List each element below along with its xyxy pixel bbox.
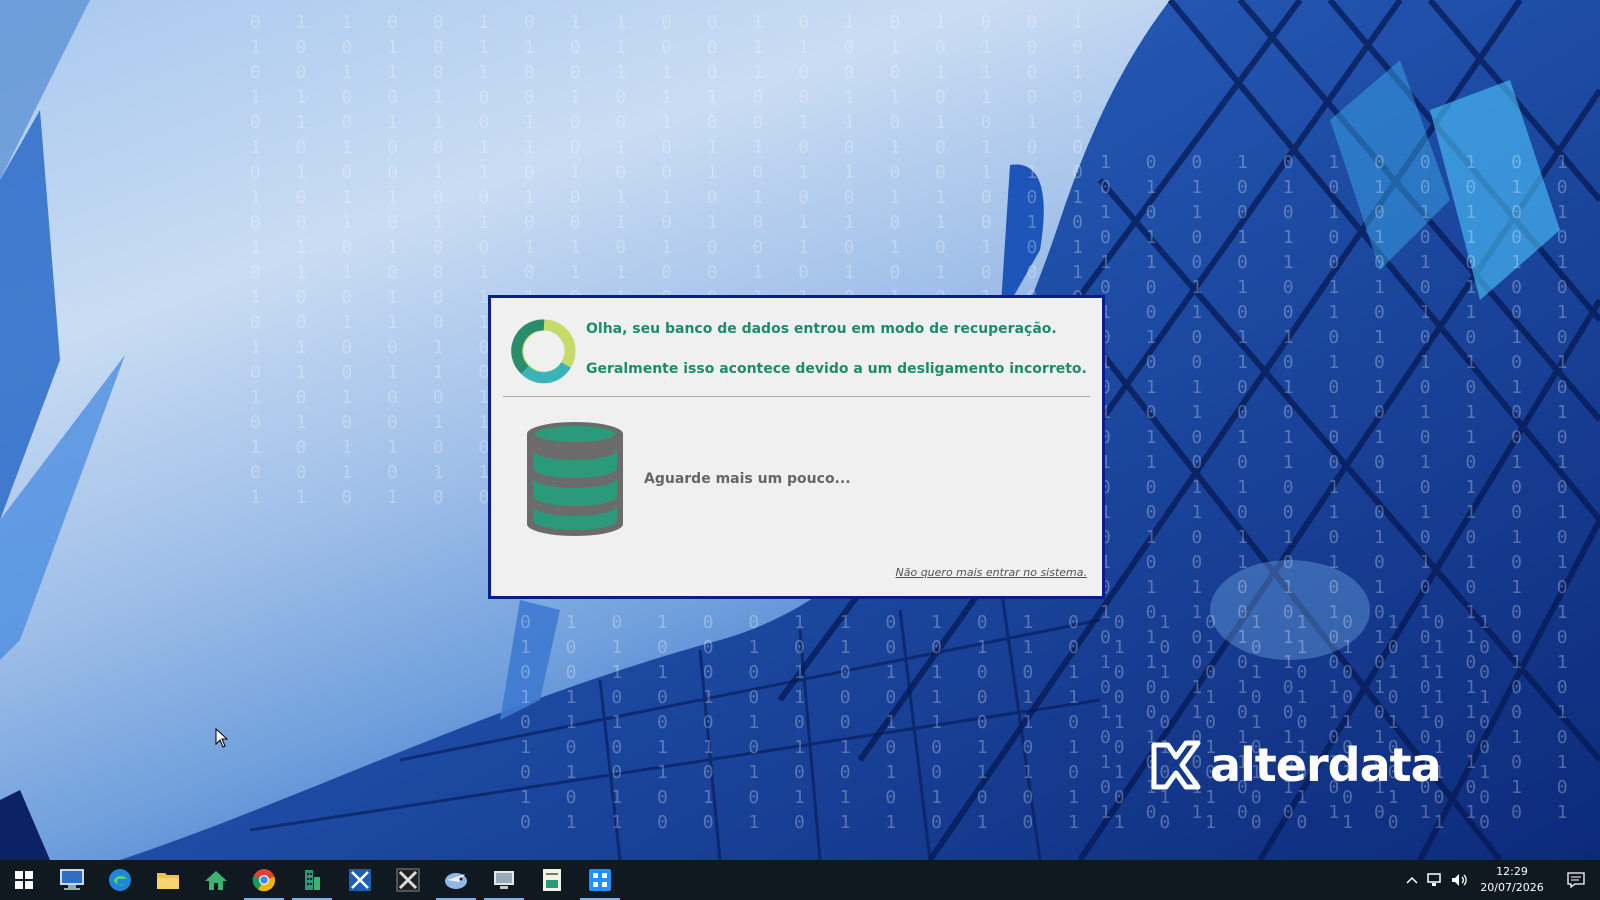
monitor-app-icon xyxy=(494,871,514,889)
notifications-button[interactable] xyxy=(1552,860,1600,900)
show-hidden-icons-button[interactable] xyxy=(1400,860,1424,900)
database-icon xyxy=(527,422,623,536)
dialog-divider xyxy=(503,396,1090,397)
clock-date: 20/07/2026 xyxy=(1480,881,1544,894)
notification-icon xyxy=(1567,872,1585,888)
app-logo-ring-icon xyxy=(511,319,576,384)
taskbar-puzzle-app[interactable] xyxy=(576,860,624,900)
speaker-icon xyxy=(1452,874,1467,886)
network-button[interactable] xyxy=(1424,860,1448,900)
windows-start-icon xyxy=(15,871,33,889)
wait-message: Aguarde mais um pouco... xyxy=(644,471,851,487)
taskbar-bird-app[interactable] xyxy=(432,860,480,900)
building-app-icon xyxy=(305,870,320,890)
recovery-dialog: Olha, seu banco de dados entrou em modo … xyxy=(488,295,1105,599)
start-button[interactable] xyxy=(0,860,48,900)
chevron-up-icon xyxy=(1406,876,1418,884)
edge-icon xyxy=(109,869,131,891)
network-icon xyxy=(1427,873,1441,886)
taskbar-monitor-app[interactable] xyxy=(480,860,528,900)
bird-app-icon xyxy=(445,873,467,889)
brand-name: alterdata xyxy=(1210,738,1442,792)
alterdata-app-icon xyxy=(349,869,371,891)
computer-icon xyxy=(60,869,84,890)
taskbar-alterdata-app[interactable] xyxy=(336,860,384,900)
x-app-icon xyxy=(396,868,420,892)
taskbar-home[interactable] xyxy=(192,860,240,900)
alterdata-logo-icon xyxy=(1151,740,1201,790)
exit-system-link[interactable]: Não quero mais entrar no sistema. xyxy=(896,566,1088,579)
taskbar-chrome[interactable] xyxy=(240,860,288,900)
taskbar-file-explorer[interactable] xyxy=(144,860,192,900)
puzzle-app-icon xyxy=(589,869,611,891)
file-explorer-icon xyxy=(157,873,179,889)
chrome-icon xyxy=(252,869,276,892)
taskbar: 12:29 20/07/2026 xyxy=(0,860,1600,900)
taskbar-computer[interactable] xyxy=(48,860,96,900)
taskbar-document-app[interactable] xyxy=(528,860,576,900)
document-app-icon xyxy=(543,869,561,891)
volume-button[interactable] xyxy=(1448,860,1472,900)
home-icon xyxy=(205,871,227,890)
taskbar-x-app[interactable] xyxy=(384,860,432,900)
system-tray: 12:29 20/07/2026 xyxy=(1400,860,1600,900)
clock-time: 12:29 xyxy=(1496,865,1528,878)
taskbar-building-app[interactable] xyxy=(288,860,336,900)
mouse-cursor-icon xyxy=(215,728,229,748)
taskbar-edge[interactable] xyxy=(96,860,144,900)
alterdata-brand: alterdata xyxy=(1148,735,1442,795)
recovery-reason-message: Geralmente isso acontece devido a um des… xyxy=(586,361,1087,377)
clock[interactable]: 12:29 20/07/2026 xyxy=(1472,864,1552,896)
recovery-message: Olha, seu banco de dados entrou em modo … xyxy=(586,321,1057,337)
